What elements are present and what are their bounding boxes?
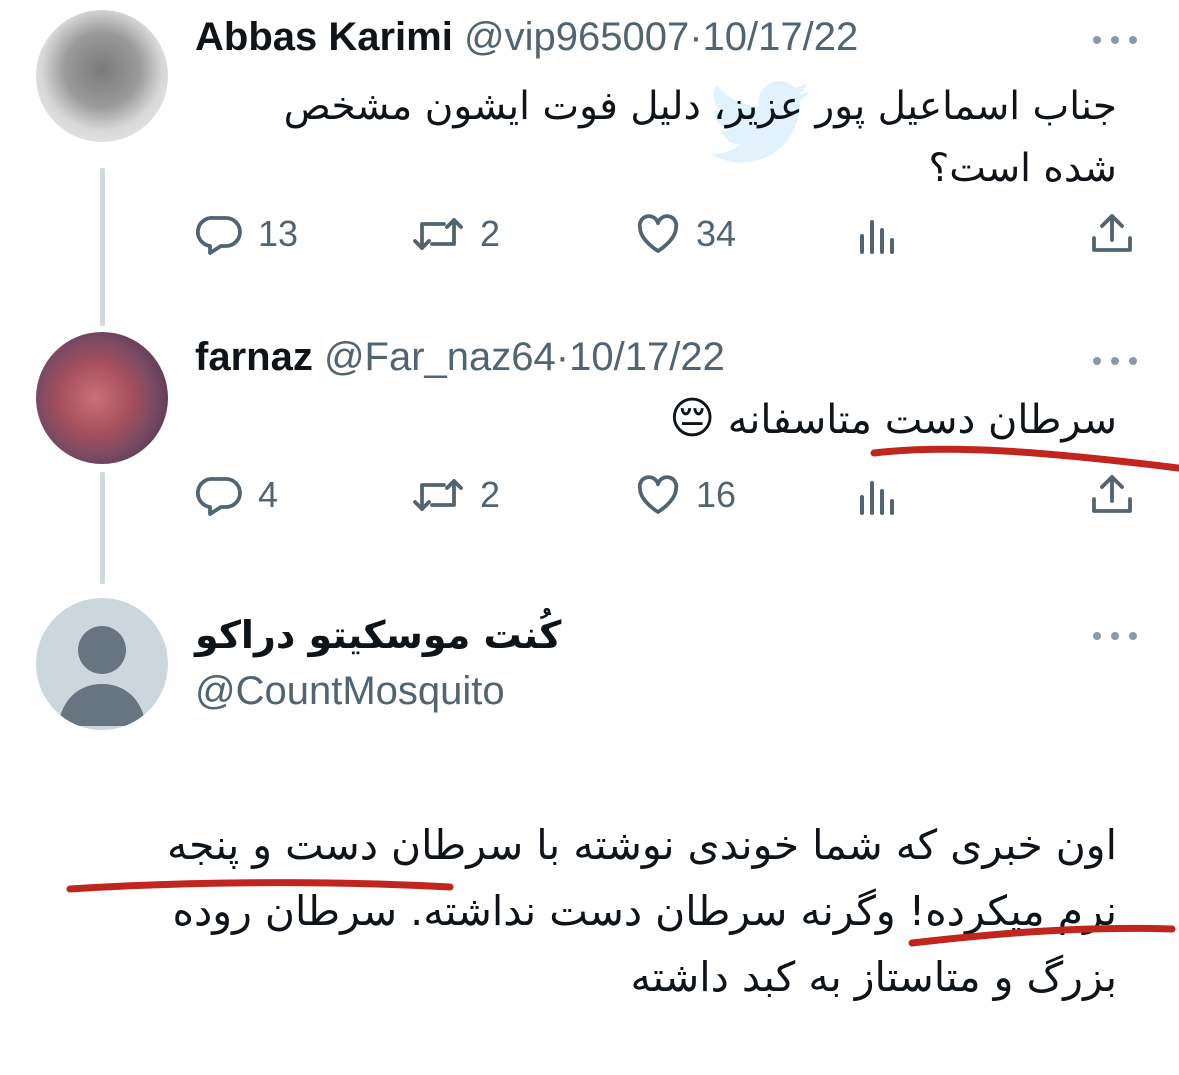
- tweet-count-mosquito[interactable]: کُنت موسکیتو دراکو @CountMosquito اون خب…: [0, 590, 1179, 1060]
- share-icon: [1092, 475, 1132, 513]
- separator-dot: ·: [555, 335, 570, 379]
- heart-icon: [637, 214, 679, 253]
- avatar-default[interactable]: [36, 598, 168, 730]
- like-count: 34: [696, 213, 737, 254]
- display-name[interactable]: farnaz: [195, 335, 313, 379]
- reply-icon: [196, 215, 242, 255]
- display-name[interactable]: Abbas Karimi: [195, 15, 453, 59]
- tweet-text-line: جناب اسماعیل پور عزیز، دلیل فوت ایشون مش…: [283, 84, 1117, 129]
- reply-count: 4: [258, 474, 279, 515]
- tweet-text-line: بزرگ و متاستاز به کبد داشته: [630, 953, 1118, 1001]
- reply-count: 13: [258, 213, 299, 254]
- tweet-text: سرطان دست متاسفانه 😔: [669, 388, 1117, 451]
- share-button[interactable]: [1088, 204, 1136, 264]
- retweet-icon: [413, 479, 463, 511]
- retweet-count: 2: [480, 474, 501, 515]
- pensive-emoji: 😔: [669, 393, 716, 444]
- action-bar: 13 2 34: [0, 204, 1179, 264]
- analytics-icon: [860, 220, 894, 254]
- like-count: 16: [696, 474, 737, 515]
- display-name[interactable]: کُنت موسکیتو دراکو: [195, 610, 561, 660]
- reply-button[interactable]: 13: [196, 204, 298, 264]
- default-profile-icon: [58, 626, 146, 726]
- retweet-button[interactable]: 2: [410, 204, 500, 264]
- avatar[interactable]: [36, 10, 168, 142]
- heart-icon: [637, 475, 679, 514]
- analytics-icon: [860, 481, 894, 515]
- separator-dot: ·: [689, 15, 703, 59]
- more-options-icon[interactable]: [1093, 33, 1137, 47]
- retweet-count: 2: [480, 213, 501, 254]
- tweet-text-line: سرطان دست متاسفانه: [727, 397, 1117, 443]
- like-button[interactable]: 16: [634, 465, 736, 525]
- retweet-icon: [413, 218, 463, 250]
- retweet-button[interactable]: 2: [410, 465, 500, 525]
- more-options-icon[interactable]: [1093, 354, 1137, 368]
- tweet-farnaz[interactable]: farnaz @Far_naz64·10/17/22 سرطان دست متا…: [0, 320, 1179, 560]
- reply-icon: [196, 476, 242, 516]
- share-icon: [1092, 214, 1132, 252]
- more-options-icon[interactable]: [1093, 629, 1137, 643]
- share-button[interactable]: [1088, 465, 1136, 525]
- tweet-header: farnaz @Far_naz64·10/17/22: [195, 332, 725, 382]
- analytics-button[interactable]: [854, 204, 902, 264]
- action-bar: 4 2 16: [0, 465, 1179, 525]
- tweet-header: Abbas Karimi @vip965007·10/17/22: [195, 12, 858, 62]
- tweet-date[interactable]: 10/17/22: [569, 335, 725, 379]
- user-handle[interactable]: @CountMosquito: [195, 666, 505, 716]
- tweet-text-line: شده است؟: [928, 146, 1118, 191]
- like-button[interactable]: 34: [634, 204, 736, 264]
- reply-button[interactable]: 4: [196, 465, 278, 525]
- tweet-text: اون خبری که شما خوندی نوشته با سرطان دست…: [167, 812, 1117, 1010]
- tweet-abbas-karimi[interactable]: Abbas Karimi @vip965007·10/17/22 جناب اس…: [0, 0, 1179, 300]
- avatar[interactable]: [36, 332, 168, 464]
- tweet-text-line: اون خبری که شما خوندی نوشته با سرطان دست…: [167, 821, 1117, 869]
- tweet-date[interactable]: 10/17/22: [703, 15, 859, 59]
- analytics-button[interactable]: [854, 465, 902, 525]
- user-handle[interactable]: @vip965007: [464, 15, 689, 59]
- tweet-text: جناب اسماعیل پور عزیز، دلیل فوت ایشون مش…: [284, 76, 1117, 200]
- tweet-text-line: نرم میکرده! وگرنه سرطان دست نداشته. سرطا…: [172, 887, 1117, 935]
- user-handle[interactable]: @Far_naz64: [324, 335, 556, 379]
